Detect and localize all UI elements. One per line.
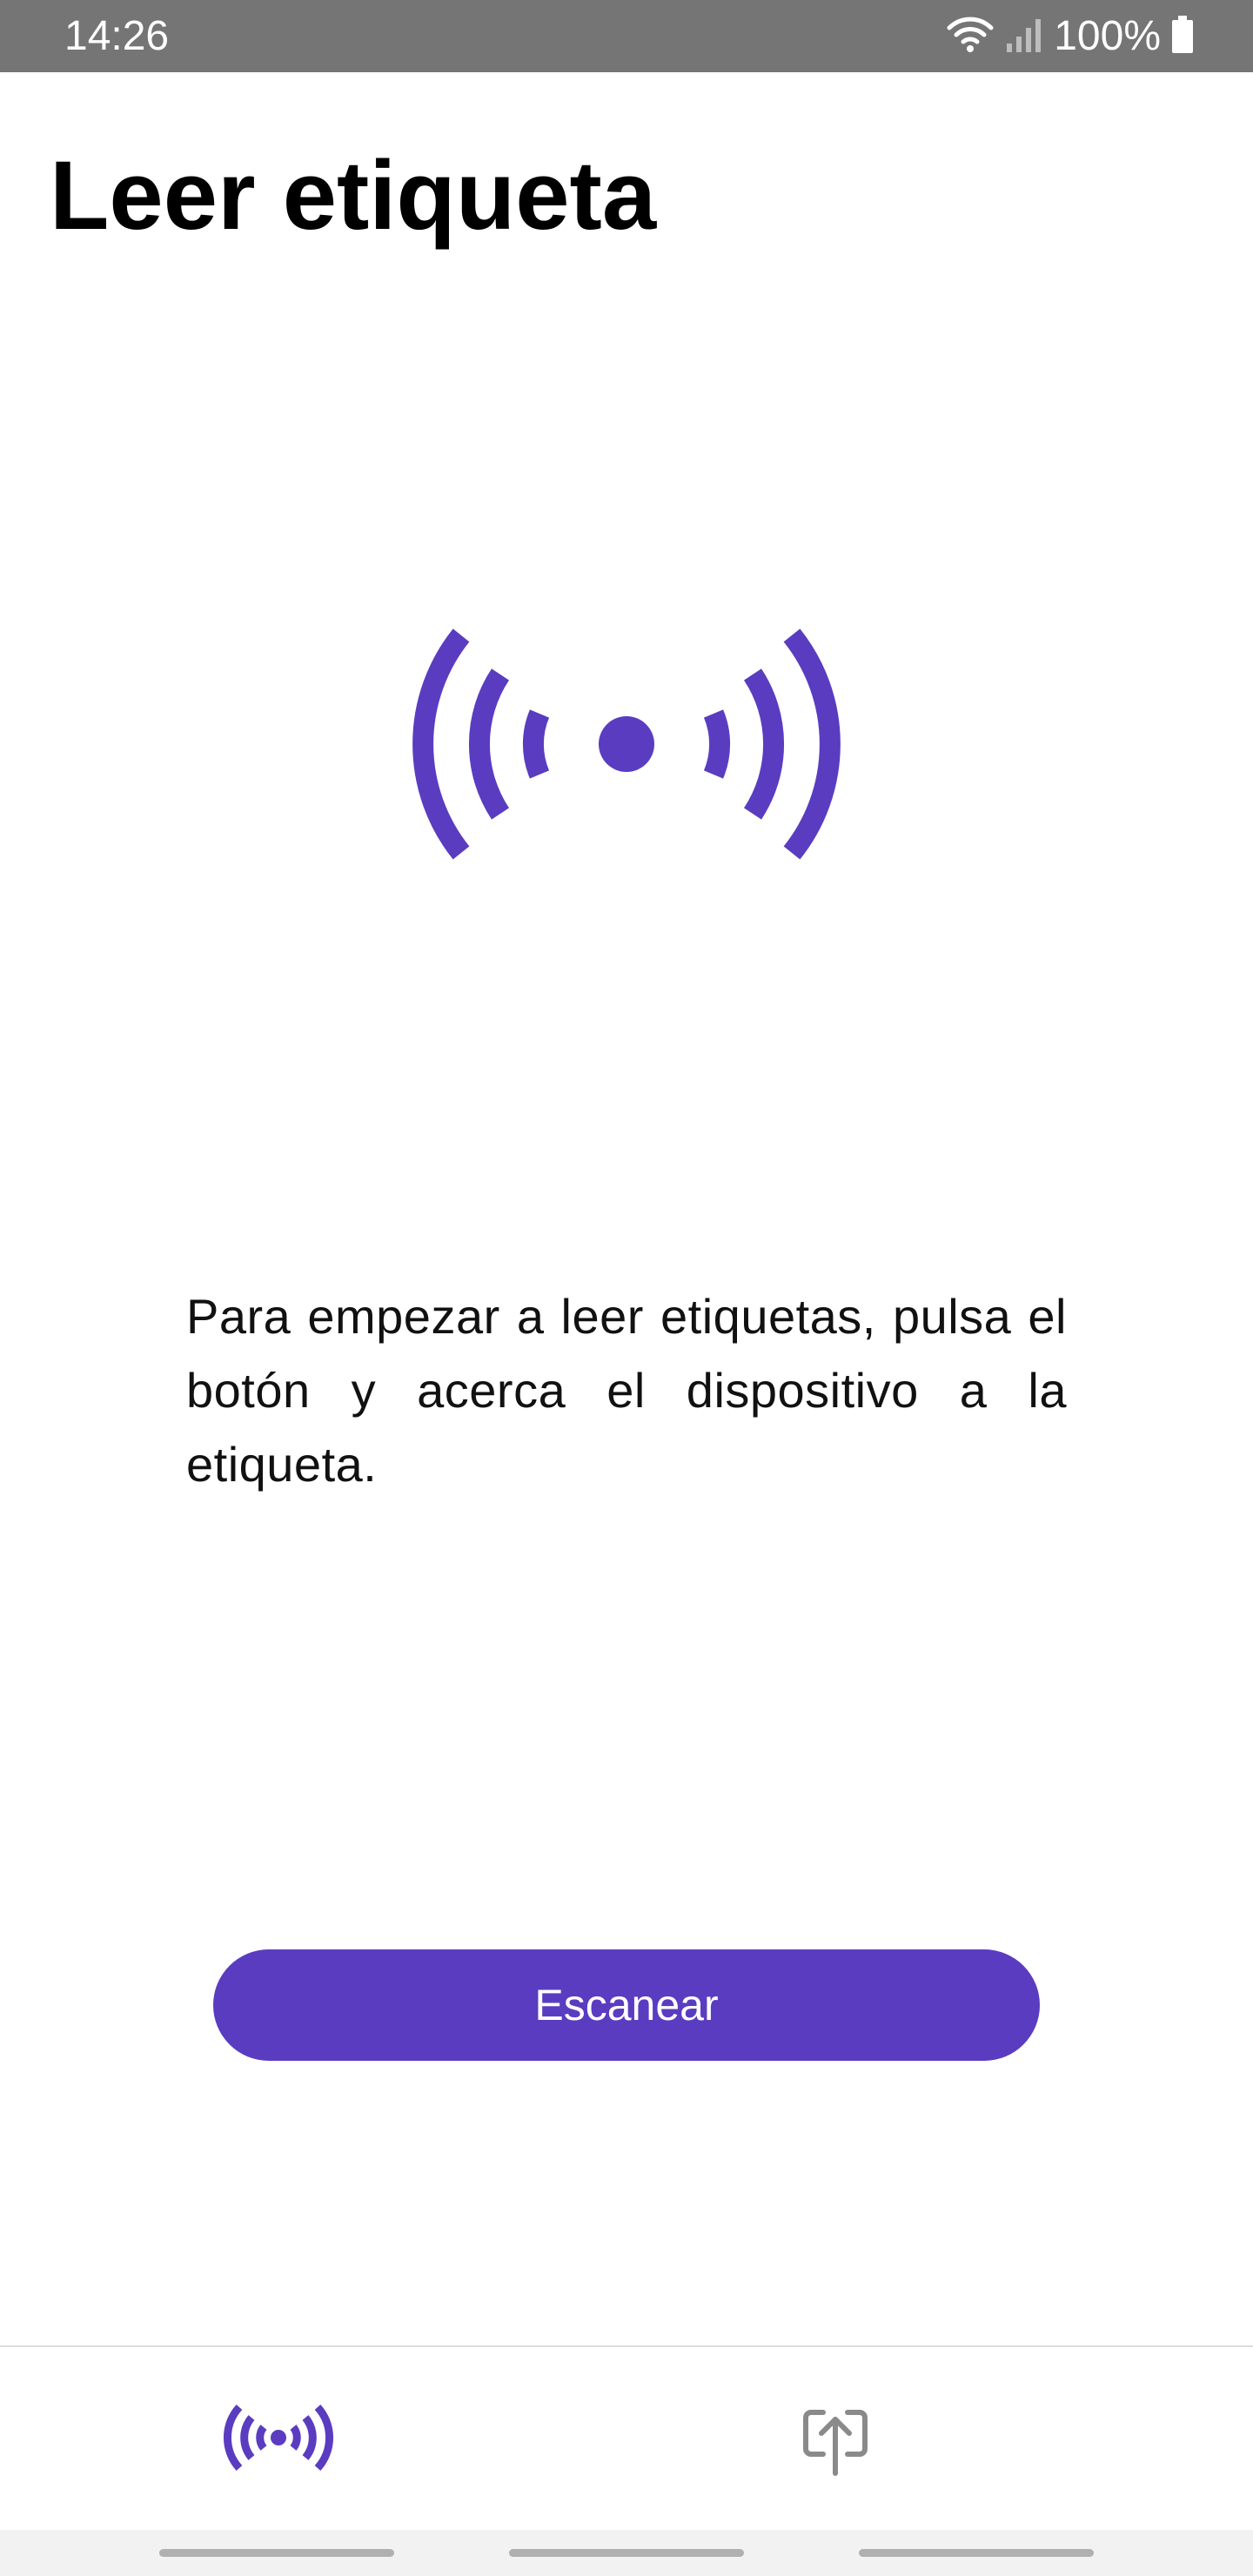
scan-button[interactable]: Escanear xyxy=(213,1949,1040,2061)
signal-icon xyxy=(1005,16,1043,58)
gesture-handle-center[interactable] xyxy=(509,2549,744,2557)
wifi-icon xyxy=(946,16,995,58)
gesture-navigation-bar xyxy=(0,2530,1253,2576)
status-icons: 100% xyxy=(946,12,1194,61)
status-bar: 14:26 100% xyxy=(0,0,1253,72)
bottom-navigation xyxy=(0,2345,1253,2532)
nfc-broadcast-icon xyxy=(392,583,861,905)
battery-percent: 100% xyxy=(1054,13,1161,59)
nav-item-export[interactable] xyxy=(626,2347,1253,2532)
nfc-scan-icon xyxy=(224,2398,335,2481)
instruction-text: Para empezar a leer etiquetas, pulsa el … xyxy=(186,1289,1067,1492)
battery-icon xyxy=(1171,15,1194,58)
nav-item-scan[interactable] xyxy=(0,2347,626,2532)
page-title: Leer etiqueta xyxy=(50,141,657,250)
gesture-handle-right[interactable] xyxy=(859,2549,1094,2557)
status-time: 14:26 xyxy=(64,13,170,59)
gesture-handle-left[interactable] xyxy=(159,2549,394,2557)
